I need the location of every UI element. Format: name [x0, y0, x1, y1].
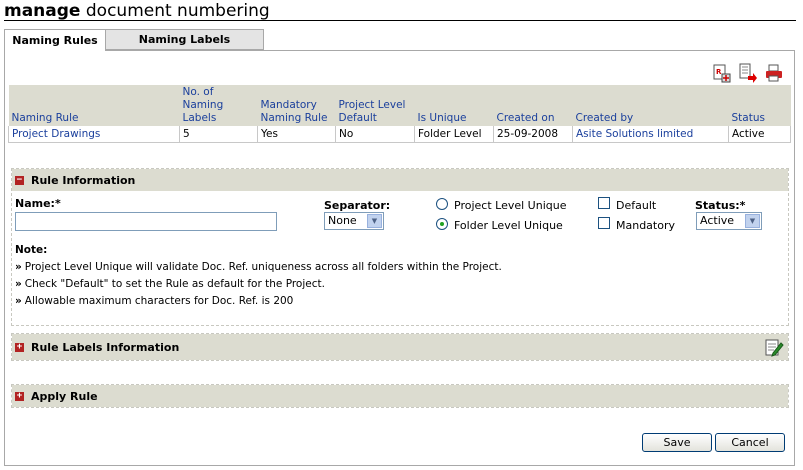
created-by-link[interactable]: Asite Solutions limited	[572, 126, 729, 143]
svg-text:R: R	[716, 68, 722, 76]
expand-icon[interactable]: +	[15, 391, 24, 401]
section-title: Rule Information	[31, 173, 136, 187]
section-title: Rule Labels Information	[31, 340, 180, 354]
cell-mandatory: Yes	[257, 126, 336, 143]
title-divider	[4, 20, 796, 21]
note-item: » Allowable maximum characters for Doc. R…	[15, 295, 294, 307]
name-label: Name:*	[15, 197, 61, 210]
save-button[interactable]: Save	[642, 433, 712, 452]
print-icon[interactable]	[764, 63, 784, 83]
cell-created-on: 25-09-2008	[493, 126, 573, 143]
col-created-on[interactable]: Created on	[493, 85, 573, 126]
chevron-down-icon[interactable]: ▼	[745, 214, 760, 228]
rule-labels-header[interactable]: + Rule Labels Information	[12, 334, 788, 360]
cell-label-count: 5	[179, 126, 258, 143]
export-icon[interactable]	[738, 63, 758, 83]
cell-is-unique: Folder Level	[414, 126, 494, 143]
naming-rules-panel: R Naming Rule No. of Naming Labels Manda…	[4, 50, 795, 466]
tab-naming-labels[interactable]: Naming Labels	[106, 29, 264, 50]
col-created-by[interactable]: Created by	[572, 85, 729, 126]
chevron-down-icon[interactable]: ▼	[367, 214, 382, 228]
rule-name-input[interactable]	[15, 212, 277, 231]
default-label: Default	[616, 199, 657, 212]
edit-labels-icon[interactable]	[763, 336, 785, 361]
folder-level-unique-label: Folder Level Unique	[454, 219, 563, 232]
project-level-unique-radio[interactable]	[436, 198, 448, 210]
expand-icon[interactable]: +	[15, 342, 24, 352]
default-checkbox[interactable]	[598, 197, 610, 209]
toolbar: R	[712, 63, 784, 83]
add-rule-icon[interactable]: R	[712, 63, 732, 83]
page-title: manage document numbering	[4, 1, 270, 21]
separator-value: None	[328, 214, 357, 227]
tab-naming-rules[interactable]: Naming Rules	[4, 29, 106, 51]
note-item: » Project Level Unique will validate Doc.…	[15, 261, 502, 273]
project-level-unique-label: Project Level Unique	[454, 199, 567, 212]
cell-project-default: No	[335, 126, 415, 143]
col-naming-rule[interactable]: Naming Rule	[8, 85, 180, 126]
note-title: Note:	[15, 244, 48, 256]
separator-label: Separator:	[324, 199, 391, 212]
table-header-row: Naming Rule No. of Naming Labels Mandato…	[8, 85, 791, 126]
col-is-unique[interactable]: Is Unique	[414, 85, 494, 126]
mandatory-checkbox[interactable]	[598, 217, 610, 229]
apply-rule-header[interactable]: + Apply Rule	[12, 385, 788, 407]
status-label: Status:*	[695, 199, 746, 212]
rule-name-link[interactable]: Project Drawings	[8, 126, 180, 143]
rule-labels-section: + Rule Labels Information	[11, 333, 789, 361]
col-no-of-labels[interactable]: No. of Naming Labels	[179, 85, 258, 126]
rule-information-header[interactable]: − Rule Information	[12, 169, 788, 191]
col-status[interactable]: Status	[728, 85, 791, 126]
note-item: » Check "Default" to set the Rule as defa…	[15, 278, 325, 290]
apply-rule-section: + Apply Rule	[11, 384, 789, 408]
status-select[interactable]: Active ▼	[696, 212, 762, 230]
table-row: Project Drawings 5 Yes No Folder Level 2…	[8, 126, 791, 143]
naming-rules-table: Naming Rule No. of Naming Labels Mandato…	[8, 85, 791, 143]
collapse-icon[interactable]: −	[15, 175, 24, 185]
separator-select[interactable]: None ▼	[324, 212, 384, 230]
mandatory-label: Mandatory	[616, 219, 676, 232]
status-value: Active	[700, 214, 735, 227]
col-mandatory[interactable]: Mandatory Naming Rule	[257, 85, 336, 126]
rule-information-section: − Rule Information Name:* Separator: Non…	[11, 168, 789, 326]
col-project-default[interactable]: Project Level Default	[335, 85, 415, 126]
cancel-button[interactable]: Cancel	[715, 433, 785, 452]
folder-level-unique-radio[interactable]	[436, 218, 448, 230]
cell-status: Active	[728, 126, 791, 143]
section-title: Apply Rule	[31, 389, 98, 403]
